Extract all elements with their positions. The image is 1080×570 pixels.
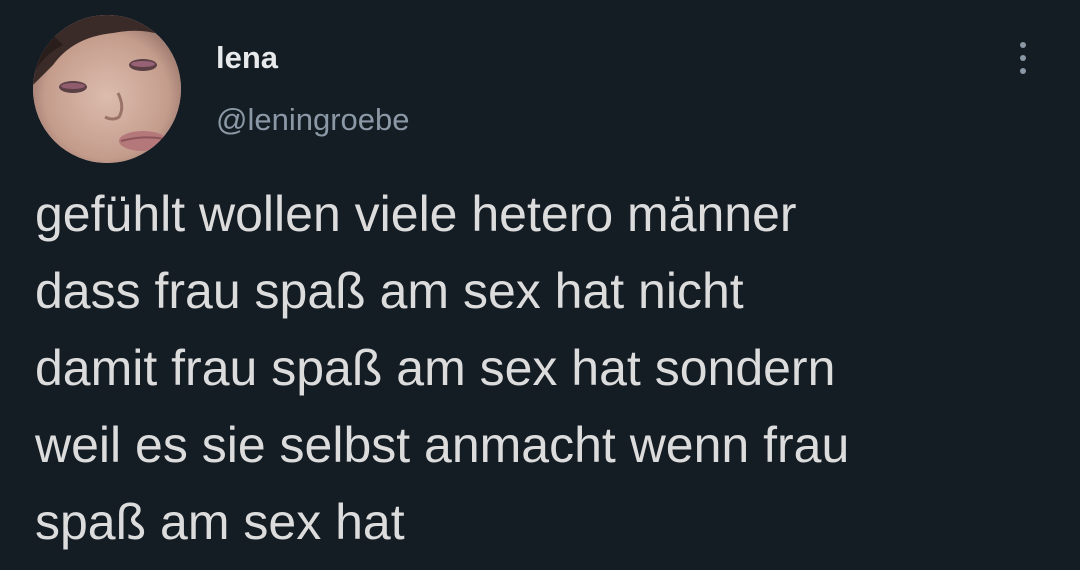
tweet-text-line: damit frau spaß am sex hat sondern <box>35 340 836 396</box>
more-options-icon-dot <box>1020 55 1026 61</box>
more-options-button[interactable] <box>1008 40 1038 80</box>
tweet-text-line: weil es sie selbst anmacht wenn frau <box>35 417 850 473</box>
profile-photo-icon <box>33 15 181 163</box>
user-handle[interactable]: @leningroebe <box>216 102 410 138</box>
tweet-text-line: gefühlt wollen viele hetero männer <box>35 186 797 242</box>
more-options-icon-dot <box>1020 68 1026 74</box>
avatar[interactable] <box>33 15 181 163</box>
tweet-text: gefühlt wollen viele hetero männer dass … <box>35 176 1055 561</box>
display-name[interactable]: lena <box>216 40 278 76</box>
more-options-icon <box>1020 42 1026 48</box>
tweet-text-line: spaß am sex hat <box>35 494 405 550</box>
tweet-card: lena @leningroebe gefühlt wollen viele h… <box>0 0 1080 570</box>
tweet-text-line: dass frau spaß am sex hat nicht <box>35 263 744 319</box>
